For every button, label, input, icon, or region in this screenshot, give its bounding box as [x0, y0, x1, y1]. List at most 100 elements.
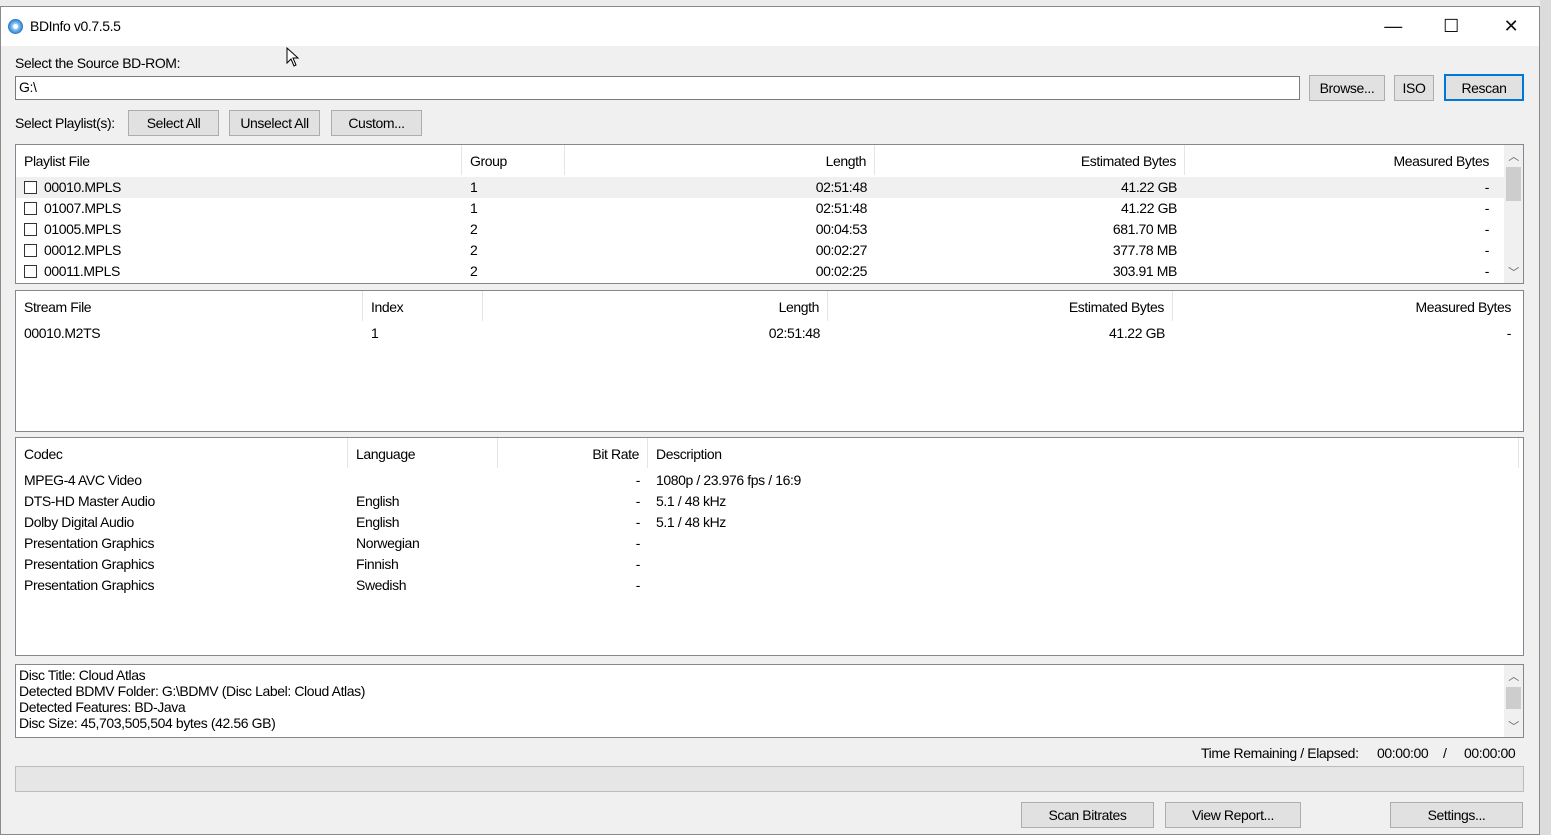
playlist-length: 00:04:53 — [815, 221, 868, 237]
playlist-group: 1 — [470, 179, 478, 195]
playlist-checkbox[interactable] — [24, 223, 37, 236]
codec-language: English — [356, 514, 400, 530]
playlist-row[interactable]: 01005.MPLS 2 00:04:53 681.70 MB - — [16, 219, 1523, 240]
playlist-checkbox[interactable] — [24, 181, 37, 194]
col-length[interactable]: Length — [565, 145, 875, 175]
playlist-checkbox[interactable] — [24, 202, 37, 215]
col-playlist-file[interactable]: Playlist File — [16, 145, 462, 175]
select-all-button[interactable]: Select All — [128, 110, 219, 136]
codec-language: Finnish — [356, 556, 399, 572]
playlist-measured: - — [1484, 263, 1490, 279]
source-path-input[interactable]: G:\ — [15, 76, 1300, 100]
maximize-icon: ☐ — [1443, 16, 1459, 36]
playlist-row[interactable]: 00011.MPLS 2 00:02:25 303.91 MB - — [16, 261, 1523, 282]
codec-bitrate: - — [635, 577, 641, 593]
bd-disc-icon — [8, 19, 23, 34]
rescan-button[interactable]: Rescan — [1444, 74, 1524, 101]
custom-button[interactable]: Custom... — [331, 110, 422, 136]
scroll-down-icon[interactable]: ﹀ — [1504, 263, 1523, 281]
playlist-file: 00012.MPLS — [44, 242, 121, 258]
playlist-file: 01005.MPLS — [44, 221, 121, 237]
playlist-measured: - — [1484, 221, 1490, 237]
codec-row[interactable]: Presentation Graphics Swedish - — [16, 575, 1523, 596]
playlist-table: Playlist File Group Length Estimated Byt… — [15, 144, 1524, 284]
col-description[interactable]: Description — [648, 438, 1519, 468]
codec-language: Swedish — [356, 577, 407, 593]
playlist-row[interactable]: 00010.MPLS 1 02:51:48 41.22 GB - — [16, 177, 1523, 198]
codec-row[interactable]: DTS-HD Master Audio English - 5.1 / 48 k… — [16, 491, 1523, 512]
codec-table: Codec Language Bit Rate Description MPEG… — [15, 437, 1524, 656]
codec-description: 5.1 / 48 kHz — [656, 514, 726, 530]
playlist-file: 01007.MPLS — [44, 200, 121, 216]
scan-progress-bar — [15, 766, 1524, 792]
window-title: BDInfo v0.7.5.5 — [30, 18, 121, 34]
codec-row[interactable]: Presentation Graphics Norwegian - — [16, 533, 1523, 554]
stream-estimated: 41.22 GB — [1109, 325, 1165, 341]
disc-size-line: Disc Size: 45,703,505,504 bytes (42.56 G… — [19, 715, 276, 731]
scroll-thumb[interactable] — [1506, 687, 1521, 709]
col-measured-bytes[interactable]: Measured Bytes — [1185, 145, 1497, 175]
playlist-checkbox[interactable] — [24, 265, 37, 278]
disc-info-scrollbar[interactable]: ︿ ﹀ — [1504, 665, 1523, 737]
col-estimated-bytes[interactable]: Estimated Bytes — [828, 291, 1173, 321]
playlist-length: 02:51:48 — [815, 200, 868, 216]
codec-language: Norwegian — [356, 535, 420, 551]
scroll-up-icon[interactable]: ︿ — [1504, 147, 1523, 165]
minimize-button[interactable]: — — [1364, 7, 1422, 46]
scan-bitrates-button[interactable]: Scan Bitrates — [1021, 802, 1154, 828]
source-label: Select the Source BD-ROM: — [15, 55, 181, 71]
stream-row[interactable]: 00010.M2TS 1 02:51:48 41.22 GB - — [16, 323, 1523, 344]
col-measured-bytes[interactable]: Measured Bytes — [1173, 291, 1519, 321]
unselect-all-button[interactable]: Unselect All — [229, 110, 320, 136]
scroll-up-icon[interactable]: ︿ — [1504, 667, 1523, 685]
playlist-length: 00:02:27 — [815, 242, 868, 258]
codec-row[interactable]: Dolby Digital Audio English - 5.1 / 48 k… — [16, 512, 1523, 533]
time-label: Time Remaining / Elapsed: — [1201, 745, 1359, 761]
iso-button[interactable]: ISO — [1394, 75, 1434, 101]
playlist-group: 1 — [470, 200, 478, 216]
playlist-row[interactable]: 01007.MPLS 1 02:51:48 41.22 GB - — [16, 198, 1523, 219]
playlist-checkbox[interactable] — [24, 244, 37, 257]
background-window-edge — [1540, 0, 1551, 835]
codec-name: Presentation Graphics — [24, 535, 155, 551]
title-bar[interactable]: BDInfo v0.7.5.5 — ☐ ✕ — [1, 7, 1539, 46]
codec-bitrate: - — [635, 493, 641, 509]
view-report-button[interactable]: View Report... — [1165, 802, 1301, 828]
playlist-measured: - — [1484, 179, 1490, 195]
col-estimated-bytes[interactable]: Estimated Bytes — [875, 145, 1185, 175]
stream-length: 02:51:48 — [768, 325, 821, 341]
col-group[interactable]: Group — [462, 145, 565, 175]
browse-button[interactable]: Browse... — [1309, 75, 1385, 101]
col-stream-file[interactable]: Stream File — [16, 291, 363, 321]
col-language[interactable]: Language — [348, 438, 498, 468]
playlist-scrollbar[interactable]: ︿ ﹀ — [1504, 145, 1523, 283]
playlist-estimated: 681.70 MB — [1112, 221, 1178, 237]
mouse-pointer-icon — [286, 47, 300, 67]
playlist-row[interactable]: 00012.MPLS 2 00:02:27 377.78 MB - — [16, 240, 1523, 261]
time-elapsed: 00:00:00 — [1464, 745, 1516, 761]
scroll-down-icon[interactable]: ﹀ — [1504, 717, 1523, 735]
col-length[interactable]: Length — [483, 291, 828, 321]
playlist-file: 00011.MPLS — [44, 263, 120, 279]
settings-button[interactable]: Settings... — [1390, 802, 1523, 828]
col-codec[interactable]: Codec — [16, 438, 348, 468]
codec-language — [348, 470, 498, 491]
playlist-estimated: 41.22 GB — [1121, 179, 1177, 195]
codec-row[interactable]: Presentation Graphics Finnish - — [16, 554, 1523, 575]
time-separator: / — [1443, 745, 1447, 761]
disc-title-line: Disc Title: Cloud Atlas — [19, 667, 146, 683]
codec-row[interactable]: MPEG-4 AVC Video - 1080p / 23.976 fps / … — [16, 470, 1523, 491]
codec-description — [648, 575, 1519, 596]
maximize-button[interactable]: ☐ — [1422, 7, 1480, 46]
col-index[interactable]: Index — [363, 291, 483, 321]
playlist-group: 2 — [470, 242, 478, 258]
disc-info-textbox[interactable]: Disc Title: Cloud Atlas Detected BDMV Fo… — [15, 664, 1524, 738]
close-button[interactable]: ✕ — [1482, 7, 1540, 46]
col-bit-rate[interactable]: Bit Rate — [498, 438, 648, 468]
scroll-thumb[interactable] — [1506, 167, 1521, 201]
codec-bitrate: - — [635, 535, 641, 551]
playlist-group: 2 — [470, 221, 478, 237]
codec-table-header: Codec Language Bit Rate Description — [16, 438, 1523, 468]
playlist-measured: - — [1484, 242, 1490, 258]
playlist-file: 00010.MPLS — [44, 179, 121, 195]
